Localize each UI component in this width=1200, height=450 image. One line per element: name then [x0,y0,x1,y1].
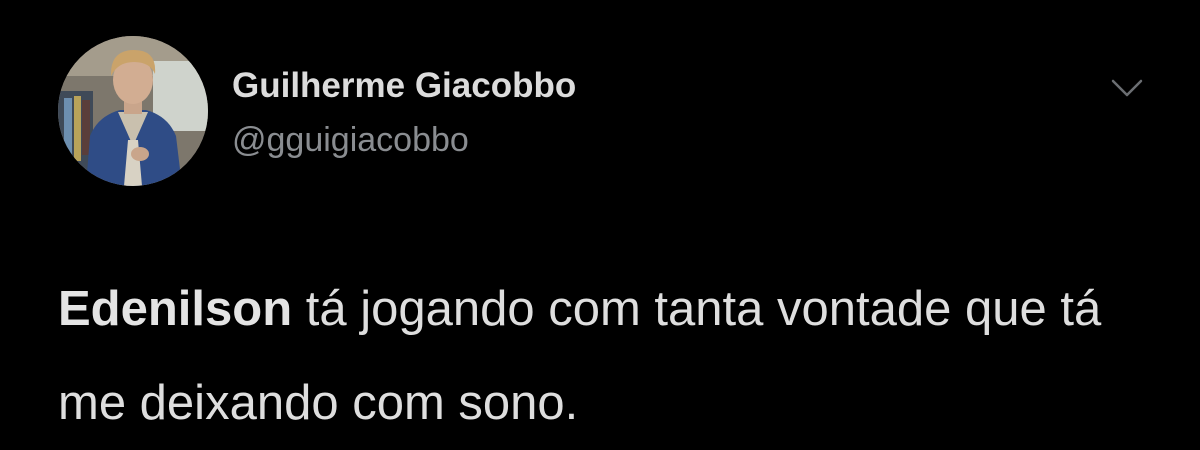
author-name[interactable]: Guilherme Giacobbo [232,66,576,106]
chevron-down-icon[interactable] [1110,76,1144,100]
tweet-card: Guilherme Giacobbo @gguigiacobbo Edenils… [0,0,1200,444]
avatar-photo-icon [58,36,208,186]
author-handle[interactable]: @gguigiacobbo [232,120,469,160]
tweet-text: Edenilson tá jogando com tanta vontade q… [58,262,1158,450]
tweet-text-bold-name: Edenilson [58,282,293,336]
avatar[interactable] [58,36,208,186]
